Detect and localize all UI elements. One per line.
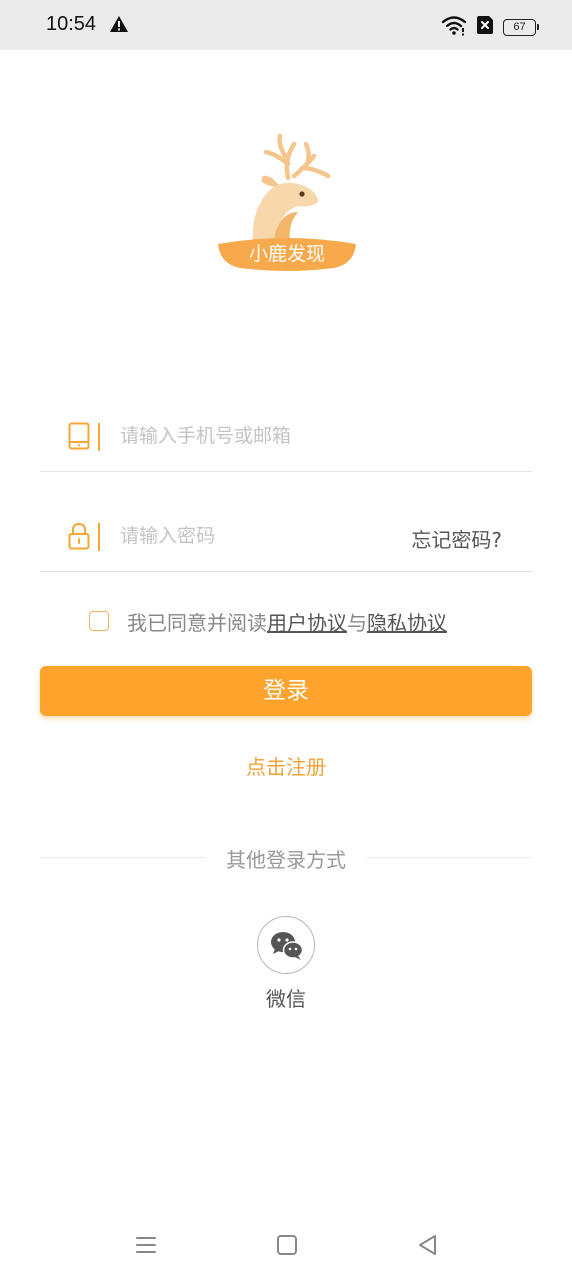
no-sim-icon	[475, 15, 495, 39]
user-agreement-link[interactable]: 用户协议	[267, 607, 347, 636]
forgot-password-link[interactable]: 忘记密码?	[411, 524, 502, 553]
app-logo: 小鹿发现	[214, 132, 360, 274]
password-input[interactable]	[120, 518, 390, 554]
other-login-divider: 其他登录方式	[40, 843, 532, 873]
divider-line-right	[367, 857, 532, 858]
other-login-title: 其他登录方式	[226, 848, 346, 872]
logo-text: 小鹿发现	[249, 243, 325, 265]
register-link: 点击注册	[0, 751, 572, 780]
system-nav-bar	[0, 1222, 572, 1268]
agreement-checkbox[interactable]	[89, 611, 109, 631]
phone-input[interactable]	[120, 418, 390, 454]
field-separator	[98, 523, 100, 551]
login-button[interactable]: 登录	[40, 666, 532, 716]
register-label[interactable]: 点击注册	[246, 755, 326, 779]
password-field: 忘记密码?	[40, 500, 532, 572]
status-icons: 67	[441, 14, 539, 40]
menu-icon[interactable]	[131, 1230, 161, 1260]
back-icon[interactable]	[413, 1230, 443, 1260]
wifi-icon	[441, 14, 467, 40]
status-bar: 10:54 67	[0, 0, 572, 50]
wechat-login-button[interactable]	[257, 916, 315, 974]
agreement-row: 我已同意并阅读 用户协议 与 隐私协议	[89, 606, 447, 636]
alert-icon	[109, 15, 129, 37]
phone-icon	[68, 422, 90, 450]
field-separator	[98, 423, 100, 451]
agreement-prefix: 我已同意并阅读	[127, 610, 267, 635]
agreement-and: 与	[347, 610, 367, 635]
privacy-policy-link[interactable]: 隐私协议	[367, 607, 447, 636]
home-icon[interactable]	[272, 1230, 302, 1260]
status-time: 10:54	[46, 13, 97, 35]
battery-icon: 67	[503, 18, 539, 36]
phone-field	[40, 400, 532, 472]
lock-icon	[68, 522, 90, 550]
wechat-label: 微信	[266, 987, 306, 1011]
wechat-icon	[271, 932, 304, 960]
